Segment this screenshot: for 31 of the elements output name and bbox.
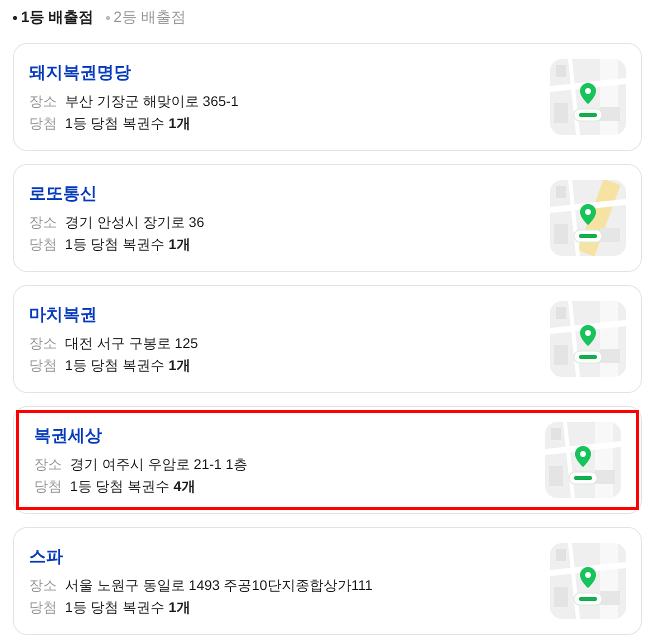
field-label: 장소 xyxy=(34,454,62,474)
address-text: 서울 노원구 동일로 1493 주공10단지종합상가111 xyxy=(65,576,373,594)
store-name[interactable]: 마치복권 xyxy=(29,302,198,326)
field-label: 장소 xyxy=(29,334,57,352)
field-label: 당첨 xyxy=(29,598,57,616)
store-card[interactable]: 복권세상 장소 경기 여주시 우암로 21-1 1층 당첨 1등 당첨 복권수 4개 xyxy=(13,406,642,514)
store-card[interactable]: 스파 장소 서울 노원구 동일로 1493 주공10단지종합상가111 당첨 1등 당첨 복권수 1개 xyxy=(13,527,642,635)
win-count-text: 1등 당첨 복권수 1개 xyxy=(65,356,190,374)
field-label: 당첨 xyxy=(29,356,57,374)
field-label: 장소 xyxy=(29,576,57,594)
store-name[interactable]: 로또통신 xyxy=(29,182,204,206)
field-label: 장소 xyxy=(29,92,57,110)
store-card[interactable]: 마치복권 장소 대전 서구 구봉로 125 당첨 1등 당첨 복권수 1개 xyxy=(13,285,642,393)
win-count-text: 1등 당첨 복권수 1개 xyxy=(65,114,190,132)
store-name[interactable]: 복권세상 xyxy=(34,424,248,448)
win-count-text: 1등 당첨 복권수 1개 xyxy=(65,598,190,616)
address-text: 경기 안성시 장기로 36 xyxy=(65,212,204,232)
field-label: 당첨 xyxy=(29,114,57,132)
store-card[interactable]: 돼지복권명당 장소 부산 기장군 해맞이로 365-1 당첨 1등 당첨 복권수 1개 xyxy=(13,43,642,151)
field-label: 장소 xyxy=(29,212,57,232)
tab[interactable]: 1등 배출점 xyxy=(13,6,94,30)
store-card[interactable]: 로또통신 장소 경기 안성시 장기로 36 당첨 1등 당첨 복권수 1개 xyxy=(13,164,642,272)
address-text: 경기 여주시 우암로 21-1 1층 xyxy=(70,454,248,474)
store-name[interactable]: 스파 xyxy=(29,544,373,568)
address-text: 대전 서구 구봉로 125 xyxy=(65,334,198,352)
address-text: 부산 기장군 해맞이로 365-1 xyxy=(65,92,238,110)
win-count-text: 1등 당첨 복권수 1개 xyxy=(65,234,190,254)
field-label: 당첨 xyxy=(34,476,62,496)
win-count-text: 1등 당첨 복권수 4개 xyxy=(70,476,196,496)
store-name[interactable]: 돼지복권명당 xyxy=(29,60,238,84)
field-label: 당첨 xyxy=(29,234,57,254)
